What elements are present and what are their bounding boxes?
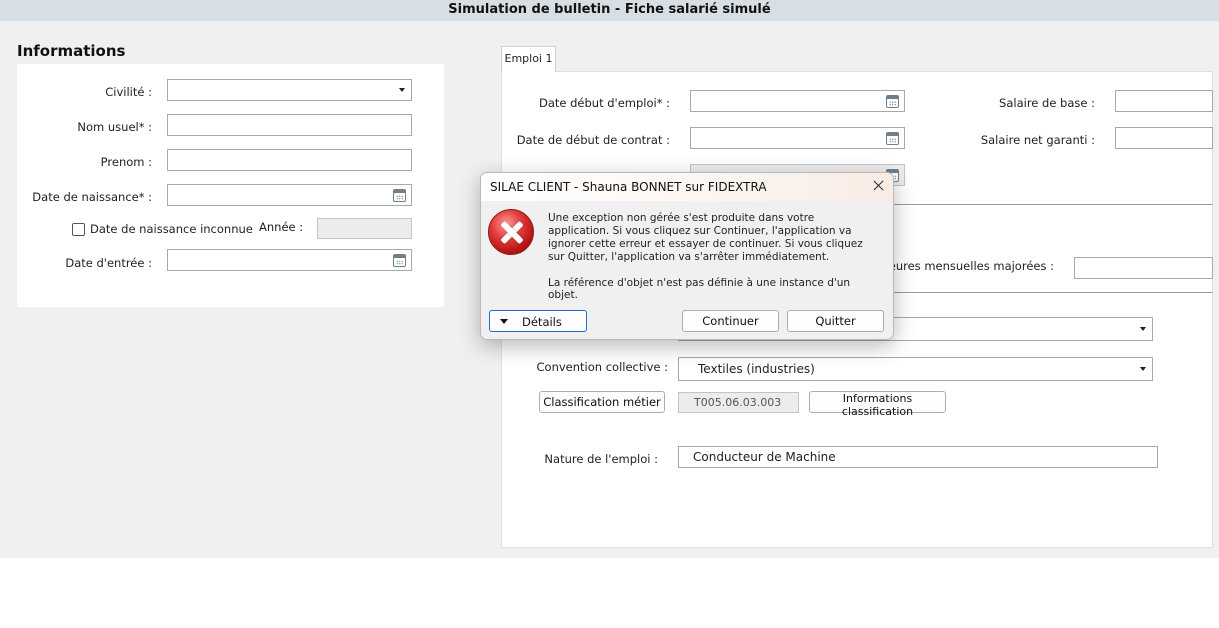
nature-emploi-input[interactable]: Conducteur de Machine	[678, 446, 1158, 468]
dialog-title: SILAE CLIENT - Shauna BONNET sur FIDEXTR…	[490, 180, 767, 194]
informations-heading: Informations	[17, 42, 126, 60]
nom-usuel-input[interactable]	[167, 114, 412, 136]
separator	[894, 204, 1213, 205]
date-debut-contrat-label: Date de début de contrat :	[516, 133, 670, 147]
salaire-base-input[interactable]	[1115, 90, 1213, 112]
date-entree-input[interactable]	[167, 249, 412, 271]
chevron-down-icon	[500, 319, 508, 324]
date-entree-label: Date d'entrée :	[65, 256, 152, 270]
convention-select[interactable]: Textiles (industries)	[678, 357, 1153, 381]
nom-usuel-label: Nom usuel* :	[77, 120, 152, 134]
nature-emploi-value: Conducteur de Machine	[693, 450, 836, 464]
window-title: Simulation de bulletin - Fiche salarié s…	[0, 0, 1219, 21]
salaire-net-label: Salaire net garanti :	[980, 133, 1095, 147]
calendar-icon[interactable]	[886, 132, 899, 145]
informations-classification-button[interactable]: Informations classification	[809, 391, 946, 418]
heures-majorees-label: Heures mensuelles majorées :	[880, 259, 1054, 273]
tab-emploi-1[interactable]: Emploi 1	[501, 46, 556, 72]
calendar-icon[interactable]	[393, 189, 406, 202]
annee-input	[317, 218, 412, 239]
dialog-reference: La référence d'objet n'est pas définie à…	[548, 277, 851, 301]
date-naissance-label: Date de naissance* :	[32, 190, 152, 204]
salaire-net-input[interactable]	[1115, 127, 1213, 149]
quit-button[interactable]: Quitter	[787, 310, 884, 332]
salaire-base-label: Salaire de base :	[999, 96, 1095, 110]
annee-label: Année :	[259, 220, 304, 234]
civilite-label: Civilité :	[105, 85, 152, 99]
convention-value: Textiles (industries)	[698, 362, 815, 376]
date-debut-emploi-label: Date début d'emploi* :	[538, 96, 670, 110]
chevron-down-icon	[1140, 327, 1146, 331]
calendar-icon[interactable]	[393, 254, 406, 267]
chevron-down-icon	[1140, 367, 1146, 371]
date-naissance-inconnue-checkbox[interactable]	[72, 223, 85, 236]
date-naissance-inconnue-label: Date de naissance inconnue	[90, 222, 253, 236]
prenom-label: Prenom :	[100, 155, 152, 169]
classification-metier-button[interactable]: Classification métier	[539, 391, 665, 413]
date-debut-contrat-input[interactable]	[690, 127, 905, 149]
heures-majorees-input[interactable]	[1074, 257, 1213, 279]
convention-label: Convention collective :	[536, 360, 668, 374]
chevron-down-icon	[399, 88, 405, 92]
close-icon[interactable]	[870, 177, 888, 195]
classification-code: T005.06.03.003	[694, 396, 782, 409]
calendar-icon[interactable]	[886, 95, 899, 108]
details-label: Détails	[522, 315, 562, 329]
details-button[interactable]: Détails	[489, 310, 587, 332]
separator	[894, 292, 1213, 293]
date-naissance-input[interactable]	[167, 184, 412, 206]
classification-code-field: T005.06.03.003	[678, 392, 799, 413]
dialog-message: Une exception non gérée s'est produite d…	[548, 212, 863, 263]
date-debut-emploi-input[interactable]	[690, 90, 905, 112]
civilite-select[interactable]	[167, 79, 412, 101]
continue-button[interactable]: Continuer	[682, 310, 779, 332]
error-icon	[488, 209, 534, 255]
nature-emploi-label: Nature de l'emploi :	[544, 452, 658, 466]
error-dialog: SILAE CLIENT - Shauna BONNET sur FIDEXTR…	[480, 172, 894, 340]
prenom-input[interactable]	[167, 149, 412, 171]
